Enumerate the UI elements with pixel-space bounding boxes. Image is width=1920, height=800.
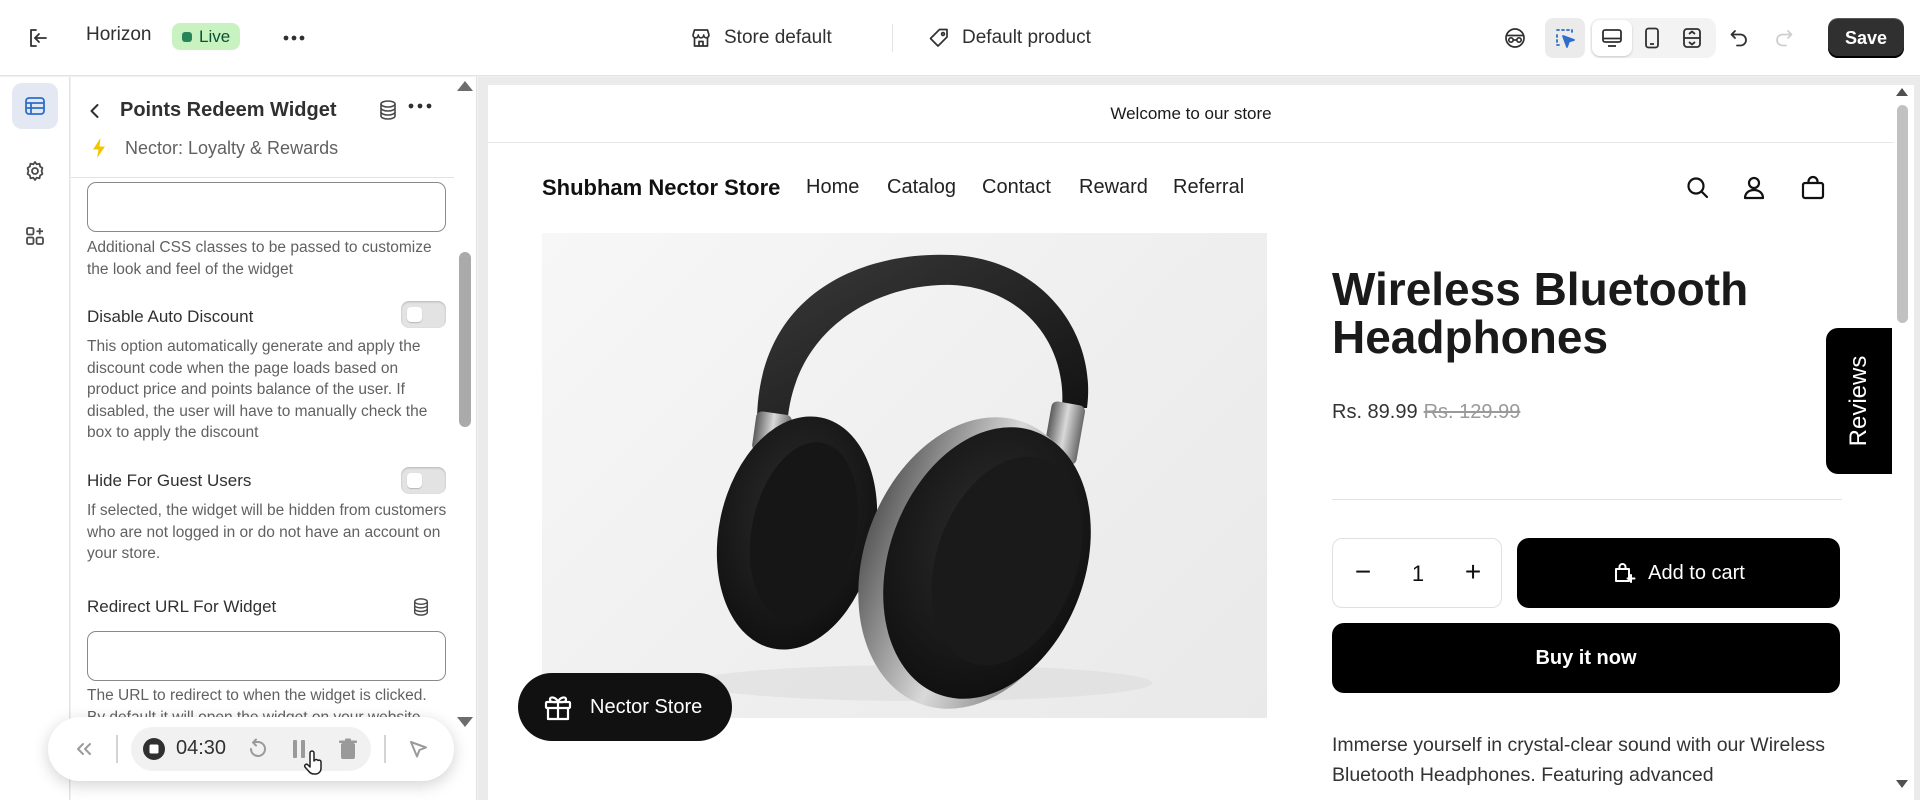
delete-icon[interactable] [332, 733, 364, 765]
scroll-up-arrow-icon[interactable] [1896, 88, 1908, 96]
desktop-icon[interactable] [1594, 20, 1630, 56]
divider [892, 24, 893, 52]
divider [1332, 499, 1842, 500]
more-horizontal-icon[interactable] [408, 103, 432, 109]
store-icon [692, 29, 710, 47]
account-icon[interactable] [1739, 173, 1769, 203]
scroll-down-arrow-icon[interactable] [457, 717, 473, 727]
announcement-bar: Welcome to our store [488, 85, 1894, 143]
compare-price: Rs. 129.99 [1423, 401, 1521, 423]
hide-guest-users-toggle[interactable] [401, 467, 446, 494]
quantity-increase-button[interactable]: + [1457, 557, 1489, 589]
product-context-label: Default product [962, 27, 1091, 48]
top-bar: Horizon Live Store default Default produ… [0, 0, 1920, 76]
mobile-icon[interactable] [1634, 20, 1670, 56]
store-logo-text[interactable]: Shubham Nector Store [542, 175, 780, 201]
panel-title: Points Redeem Widget [120, 99, 337, 121]
gift-icon [544, 696, 572, 721]
nav-home[interactable]: Home [806, 176, 859, 199]
product-image[interactable] [542, 233, 1267, 718]
toggle-knob [407, 473, 422, 488]
tag-icon [929, 28, 948, 47]
divider [384, 735, 386, 763]
theme-settings-tab[interactable] [12, 148, 58, 194]
storefront-preview[interactable]: Welcome to our store Shubham Nector Stor… [488, 85, 1894, 800]
redirect-url-input[interactable] [87, 631, 446, 681]
nav-referral[interactable]: Referral [1173, 176, 1244, 199]
add-to-cart-label: Add to cart [1648, 561, 1745, 584]
panel-scrollbar-thumb[interactable] [459, 252, 471, 427]
cart-icon[interactable] [1798, 173, 1828, 203]
undo-icon[interactable] [1721, 20, 1757, 56]
screen-recorder-bar: 04:30 [48, 717, 454, 781]
disable-auto-discount-label: Disable Auto Discount [87, 307, 254, 326]
add-to-cart-button[interactable]: Add to cart [1517, 538, 1840, 608]
redirect-url-label: Redirect URL For Widget [87, 597, 277, 616]
disable-auto-discount-toggle[interactable] [401, 301, 446, 328]
mouse-cursor-icon [303, 749, 325, 777]
disable-auto-discount-help: This option automatically generate and a… [87, 338, 428, 441]
nector-store-launcher[interactable]: Nector Store [518, 673, 732, 741]
bolt-icon [91, 137, 107, 159]
scroll-down-arrow-icon[interactable] [1896, 780, 1908, 788]
headphones-image [692, 254, 1152, 709]
chevron-left-icon [90, 104, 99, 118]
nav-catalog[interactable]: Catalog [887, 176, 956, 199]
theme-name[interactable]: Horizon [86, 24, 151, 46]
more-horizontal-icon[interactable] [276, 20, 312, 56]
product-context-selector[interactable]: Default product [928, 18, 1091, 58]
restart-icon[interactable] [242, 733, 274, 765]
full-width-icon[interactable] [1674, 20, 1710, 56]
reviews-tab-label: Reviews [1845, 355, 1872, 447]
apps-icon [26, 227, 44, 245]
gear-icon [26, 161, 44, 181]
reviews-tab[interactable]: Reviews [1826, 328, 1892, 474]
sale-price: Rs. 89.99 [1332, 401, 1418, 423]
toggle-knob [407, 307, 422, 322]
hide-guest-users-label: Hide For Guest Users [87, 471, 252, 490]
store-context-label: Store default [724, 27, 832, 48]
divider [116, 735, 118, 763]
css-class-input[interactable] [87, 182, 446, 232]
sections-icon [25, 97, 45, 115]
quantity-stepper: − 1 + [1332, 538, 1502, 608]
nav-contact[interactable]: Contact [982, 176, 1051, 199]
product-description: Immerse yourself in crystal-clear sound … [1332, 734, 1826, 786]
block-settings-panel: Points Redeem Widget Nector: Loyalty & R… [71, 77, 477, 800]
sections-tab[interactable] [12, 83, 58, 129]
cursor-select-icon[interactable] [1547, 20, 1583, 56]
left-rail [0, 77, 70, 800]
collapse-icon[interactable] [68, 733, 100, 765]
database-icon[interactable] [378, 99, 398, 121]
apps-tab[interactable] [12, 213, 58, 259]
product-title: Wireless Bluetooth Headphones [1332, 263, 1749, 363]
database-icon[interactable] [412, 597, 430, 617]
store-context-selector[interactable]: Store default [690, 18, 832, 58]
css-class-help: Additional CSS classes to be passed to c… [87, 239, 432, 278]
nav-reward[interactable]: Reward [1079, 176, 1148, 199]
recording-timer: 04:30 [176, 737, 227, 759]
divider [71, 177, 454, 178]
inspector-icon[interactable] [1497, 20, 1533, 56]
preview-scrollbar-thumb[interactable] [1897, 105, 1908, 323]
exit-icon[interactable] [20, 20, 56, 56]
app-source-label: Nector: Loyalty & Rewards [125, 138, 339, 158]
save-button[interactable]: Save [1828, 18, 1904, 58]
status-badge-label: Live [199, 26, 231, 46]
add-cart-icon [1615, 563, 1636, 583]
buy-now-button[interactable]: Buy it now [1332, 623, 1840, 693]
stop-record-icon[interactable] [138, 733, 170, 765]
pointer-icon[interactable] [402, 733, 434, 765]
redo-icon[interactable] [1766, 20, 1802, 56]
scroll-up-arrow-icon[interactable] [457, 81, 473, 91]
panel-scrollbar[interactable] [454, 77, 476, 800]
hide-guest-users-help: If selected, the widget will be hidden f… [87, 502, 447, 562]
live-dot [182, 31, 192, 42]
nector-store-label: Nector Store [590, 695, 703, 718]
search-icon[interactable] [1683, 173, 1713, 203]
back-button[interactable] [85, 101, 105, 121]
status-badge: Live [172, 23, 241, 50]
product-price: Rs. 89.99 Rs. 129.99 [1332, 401, 1520, 424]
